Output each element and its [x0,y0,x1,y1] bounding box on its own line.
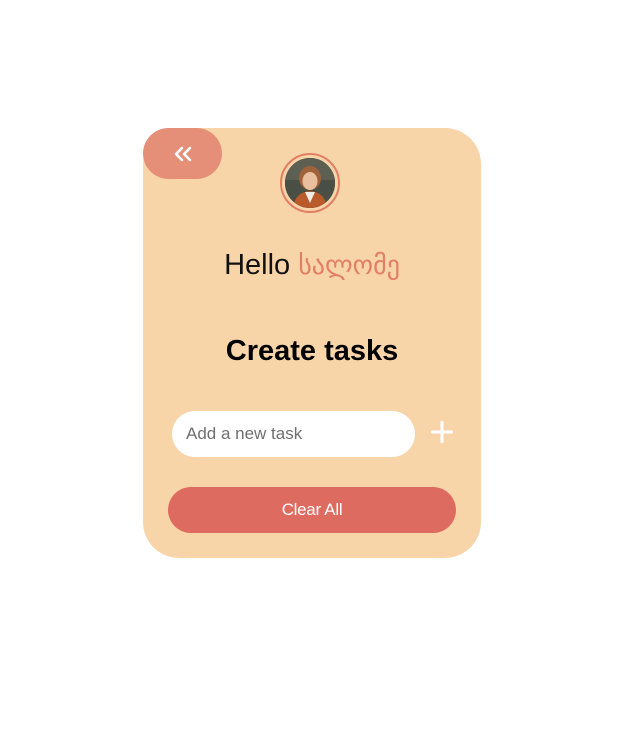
new-task-input[interactable] [172,411,415,457]
back-button[interactable] [143,128,222,179]
page-title: Create tasks [225,335,399,367]
greeting: Hello სალომე [143,245,481,286]
clear-all-button[interactable]: Clear All [168,487,456,533]
double-chevron-left-icon [174,146,192,162]
greeting-username: სალომე [298,251,400,281]
clear-all-label: Clear All [281,500,343,519]
avatar [280,153,340,213]
greeting-hello: Hello [224,249,291,281]
avatar-photo [285,158,335,208]
add-task-button[interactable] [426,418,458,450]
task-card: Hello სალომე Create tasks Clear All [143,128,481,558]
plus-icon [430,420,454,448]
